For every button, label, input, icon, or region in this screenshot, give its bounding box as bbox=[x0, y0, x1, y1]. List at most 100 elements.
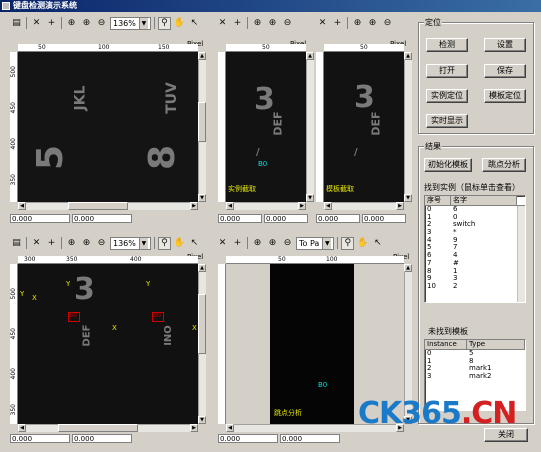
zoom-in-icon[interactable]: ⊕ bbox=[366, 17, 379, 30]
init-template-button[interactable]: 初始化模板 bbox=[424, 158, 472, 172]
jump-analysis-button[interactable]: 跳点分析 bbox=[482, 158, 526, 172]
detect-button[interactable]: 检测 bbox=[426, 38, 468, 52]
viewer3-hscrollbar[interactable]: ◀ ▶ bbox=[324, 202, 404, 210]
crosshair-icon[interactable]: + bbox=[45, 237, 58, 250]
scroll-thumb[interactable] bbox=[198, 102, 206, 142]
list-item[interactable]: 10 bbox=[425, 213, 525, 222]
zoom-out-icon[interactable]: ⊖ bbox=[281, 17, 294, 30]
zoom-fit-icon[interactable]: ⊕ bbox=[351, 17, 364, 30]
scroll-up-icon[interactable]: ▲ bbox=[198, 52, 206, 60]
list-item[interactable]: 57 bbox=[425, 244, 525, 252]
scroll-left-icon[interactable]: ◀ bbox=[18, 424, 26, 432]
scroll-up-icon[interactable]: ▲ bbox=[306, 52, 314, 60]
viewer2-image[interactable]: 3 DEF / B0 实例截取 bbox=[226, 52, 306, 202]
open-button[interactable]: 打开 bbox=[426, 64, 468, 78]
pointer-icon[interactable]: ↖ bbox=[188, 17, 201, 30]
settings-button[interactable]: 设置 bbox=[484, 38, 526, 52]
scroll-right-icon[interactable]: ▶ bbox=[190, 202, 198, 210]
viewer2-vscrollbar[interactable]: ▲ ▼ bbox=[306, 52, 314, 202]
crosshair-icon[interactable]: + bbox=[231, 237, 244, 250]
scroll-thumb[interactable] bbox=[198, 294, 206, 354]
column-header[interactable]: Instance bbox=[425, 340, 467, 349]
realtime-display-button[interactable]: 实时显示 bbox=[426, 114, 468, 128]
zoom-fit-icon[interactable]: ⊕ bbox=[251, 17, 264, 30]
scroll-right-icon[interactable]: ▶ bbox=[190, 424, 198, 432]
scroll-left-icon[interactable]: ◀ bbox=[226, 424, 234, 432]
pan-hand-icon[interactable]: ✋ bbox=[173, 17, 186, 30]
scroll-thumb[interactable] bbox=[58, 424, 138, 432]
crosshair-icon[interactable]: + bbox=[231, 17, 244, 30]
scroll-right-icon[interactable]: ▶ bbox=[396, 202, 404, 210]
column-header[interactable]: Type bbox=[467, 340, 525, 349]
list-item[interactable]: 93 bbox=[425, 274, 525, 283]
tools-icon[interactable]: ✕ bbox=[216, 17, 229, 30]
tools-icon[interactable]: ✕ bbox=[216, 237, 229, 250]
list-item[interactable]: 64 bbox=[425, 251, 525, 260]
scroll-thumb[interactable] bbox=[68, 202, 128, 210]
viewer5-mode-select[interactable]: To Pa ▼ bbox=[296, 236, 335, 250]
pointer-icon[interactable]: ↖ bbox=[188, 237, 201, 250]
zoom-fit-icon[interactable]: ⊕ bbox=[251, 237, 264, 250]
zoom-out-icon[interactable]: ⊖ bbox=[281, 237, 294, 250]
pan-hand-icon[interactable]: ✋ bbox=[173, 237, 186, 250]
zoom-out-icon[interactable]: ⊖ bbox=[95, 17, 108, 30]
magnifier-icon[interactable]: ⚲ bbox=[157, 16, 171, 30]
zoom-fit-icon[interactable]: ⊕ bbox=[65, 17, 78, 30]
viewer3-vscrollbar[interactable]: ▲ ▼ bbox=[404, 52, 412, 202]
viewer1-hscrollbar[interactable]: ◀ ▶ bbox=[18, 202, 198, 210]
zoom-out-icon[interactable]: ⊖ bbox=[95, 237, 108, 250]
scroll-left-icon[interactable]: ◀ bbox=[324, 202, 332, 210]
list-item[interactable]: 81 bbox=[425, 267, 525, 276]
viewer4-vscrollbar[interactable]: ▲ ▼ bbox=[198, 264, 206, 424]
viewer2-hscrollbar[interactable]: ◀ ▶ bbox=[226, 202, 306, 210]
magnifier-icon[interactable]: ⚲ bbox=[157, 236, 171, 250]
list-item[interactable]: 3 mark2 bbox=[425, 372, 525, 381]
zoom-fit-icon[interactable]: ⊕ bbox=[65, 237, 78, 250]
tools-icon[interactable]: ✕ bbox=[316, 17, 329, 30]
viewer4-image[interactable]: Y X Y X Y X B0 B0 3 DEF INO bbox=[18, 264, 198, 424]
scroll-up-icon[interactable]: ▲ bbox=[404, 52, 412, 60]
list-item[interactable]: 06 bbox=[425, 205, 525, 214]
column-header[interactable]: 序号 bbox=[425, 196, 451, 205]
found-instances-list[interactable]: 序号 名字 0 6 1 0 2 switch 3 * 4 9 5 7 6 4 7 #8 1 9 3 10 2 bbox=[424, 195, 526, 303]
scroll-left-icon[interactable]: ◀ bbox=[18, 202, 26, 210]
list-item[interactable]: 2 switch bbox=[425, 221, 525, 229]
scroll-down-icon[interactable]: ▼ bbox=[404, 194, 412, 202]
zoom-in-icon[interactable]: ⊕ bbox=[266, 17, 279, 30]
zoom-out-icon[interactable]: ⊖ bbox=[381, 17, 394, 30]
save-image-icon[interactable]: ▤ bbox=[10, 237, 23, 250]
viewer3-image[interactable]: 3 DEF / 模板截取 bbox=[324, 52, 404, 202]
scroll-left-icon[interactable]: ◀ bbox=[226, 202, 234, 210]
instance-locate-button[interactable]: 实例定位 bbox=[426, 89, 468, 103]
viewer1-vscrollbar[interactable]: ▲ ▼ bbox=[198, 52, 206, 202]
instance-box[interactable]: B0 bbox=[152, 312, 164, 322]
zoom-in-icon[interactable]: ⊕ bbox=[266, 237, 279, 250]
scroll-down-icon[interactable]: ▼ bbox=[198, 416, 206, 424]
zoom-in-icon[interactable]: ⊕ bbox=[80, 237, 93, 250]
viewer4-zoom-select[interactable]: 136% ▼ bbox=[110, 236, 151, 250]
tools-icon[interactable]: ✕ bbox=[30, 237, 43, 250]
list-item[interactable]: 7 # bbox=[425, 259, 525, 268]
crosshair-icon[interactable]: + bbox=[45, 17, 58, 30]
zoom-in-icon[interactable]: ⊕ bbox=[80, 17, 93, 30]
magnifier-icon[interactable]: ⚲ bbox=[341, 236, 355, 250]
viewer4-hscrollbar[interactable]: ◀ ▶ bbox=[18, 424, 198, 432]
title-bar[interactable]: 键盘检测演示系统 bbox=[0, 0, 541, 12]
save-image-icon[interactable]: ▤ bbox=[10, 17, 23, 30]
scroll-down-icon[interactable]: ▼ bbox=[198, 194, 206, 202]
list-item[interactable]: 05 bbox=[425, 349, 525, 358]
pointer-icon[interactable]: ↖ bbox=[371, 237, 384, 250]
viewer1-zoom-select[interactable]: 136% ▼ bbox=[110, 16, 151, 30]
template-locate-button[interactable]: 模板定位 bbox=[484, 89, 526, 103]
instance-box[interactable]: B0 bbox=[68, 312, 80, 322]
viewer1-image[interactable]: JKL 5 TUV 8 bbox=[18, 52, 198, 202]
scroll-up-icon[interactable]: ▲ bbox=[404, 264, 412, 272]
list-item[interactable]: 49 bbox=[425, 236, 525, 245]
list-item[interactable]: 3 * bbox=[425, 228, 525, 237]
scroll-down-icon[interactable]: ▼ bbox=[306, 194, 314, 202]
save-button[interactable]: 保存 bbox=[484, 64, 526, 78]
scroll-right-icon[interactable]: ▶ bbox=[298, 202, 306, 210]
crosshair-icon[interactable]: + bbox=[331, 17, 344, 30]
pan-hand-icon[interactable]: ✋ bbox=[356, 237, 369, 250]
list-scrollbar[interactable] bbox=[517, 206, 525, 302]
